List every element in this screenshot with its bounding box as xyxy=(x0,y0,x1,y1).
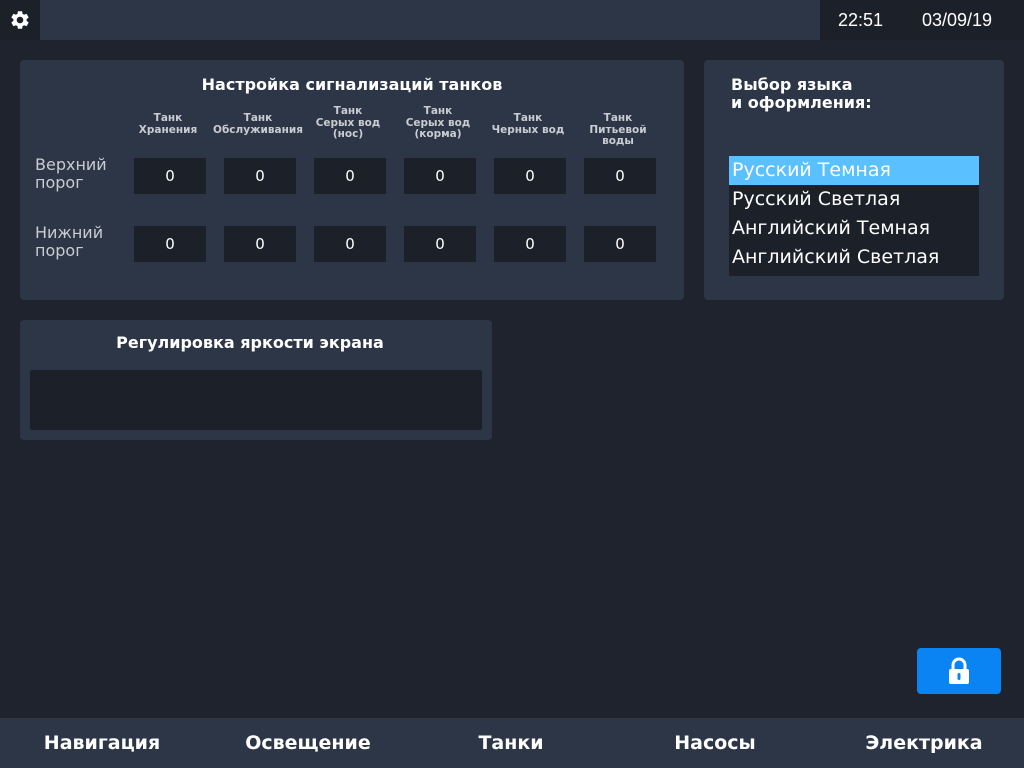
row-label-line: порог xyxy=(35,173,84,192)
language-option-russian-light[interactable]: Русский Светлая xyxy=(729,185,979,214)
column-header-line: Танк xyxy=(603,112,633,124)
upper-threshold-drinking-water-field[interactable]: 0 xyxy=(584,158,656,194)
language-option-english-light[interactable]: Английский Светлая xyxy=(729,243,979,272)
language-title-line: и оформления: xyxy=(731,93,872,112)
nav-lighting[interactable]: Освещение xyxy=(206,718,410,768)
upper-threshold-black-water-field[interactable]: 0 xyxy=(494,158,566,194)
nav-electrics[interactable]: Электрика xyxy=(822,718,1024,768)
row-label-line: Верхний xyxy=(35,155,107,174)
bottom-nav: Навигация Освещение Танки Насосы Электри… xyxy=(0,718,1024,768)
column-header-grey-bow: Танк Серых вод (нос) xyxy=(303,105,393,141)
lock-icon xyxy=(949,657,969,684)
clock-date: 03/09/19 xyxy=(922,10,993,30)
lower-threshold-grey-bow-field[interactable]: 0 xyxy=(314,226,386,262)
lower-threshold-service-field[interactable]: 0 xyxy=(224,226,296,262)
language-option-russian-dark[interactable]: Русский Темная xyxy=(729,156,979,185)
column-header-storage: Танк Хранения xyxy=(123,112,213,136)
column-header-line: Танк xyxy=(243,112,273,124)
language-title: Выбор языка и оформления: xyxy=(731,76,872,112)
gear-icon xyxy=(11,11,29,29)
lower-threshold-label: Нижний порог xyxy=(35,224,125,260)
upper-threshold-label: Верхний порог xyxy=(35,156,125,192)
column-header-line: Танк xyxy=(333,105,363,117)
column-header-line: Танк xyxy=(423,105,453,117)
lower-threshold-storage-field[interactable]: 0 xyxy=(134,226,206,262)
column-header-line: воды xyxy=(602,135,634,147)
lower-threshold-black-water-field[interactable]: 0 xyxy=(494,226,566,262)
column-header-line: (нос) xyxy=(332,128,364,140)
row-label-line: порог xyxy=(35,241,84,260)
language-title-line: Выбор языка xyxy=(731,75,853,94)
row-label-line: Нижний xyxy=(35,223,104,242)
upper-threshold-grey-stern-field[interactable]: 0 xyxy=(404,158,476,194)
brightness-title: Регулировка яркости экрана xyxy=(116,333,384,352)
language-theme-list[interactable]: Русский Темная Русский Светлая Английски… xyxy=(729,156,979,276)
top-bar: 22:51 03/09/19 xyxy=(0,0,1024,40)
lower-threshold-grey-stern-field[interactable]: 0 xyxy=(404,226,476,262)
column-header-service: Танк Обслуживания xyxy=(213,112,303,136)
tank-alarms-title: Настройка сигнализаций танков xyxy=(201,75,503,94)
nav-navigation[interactable]: Навигация xyxy=(0,718,204,768)
brightness-slider[interactable] xyxy=(30,370,482,430)
column-header-grey-stern: Танк Серых вод (корма) xyxy=(393,105,483,141)
column-header-drinking-water: Танк Питьевой воды xyxy=(573,112,663,148)
language-option-english-dark[interactable]: Английский Темная xyxy=(729,214,979,243)
upper-threshold-storage-field[interactable]: 0 xyxy=(134,158,206,194)
upper-threshold-grey-bow-field[interactable]: 0 xyxy=(314,158,386,194)
settings-button[interactable] xyxy=(0,0,40,40)
column-header-black-water: Танк Черных вод xyxy=(483,112,573,136)
lock-button[interactable] xyxy=(917,648,1001,694)
lower-threshold-drinking-water-field[interactable]: 0 xyxy=(584,226,656,262)
nav-tanks[interactable]: Танки xyxy=(409,718,613,768)
column-header-line: Черных вод xyxy=(491,123,565,136)
column-header-line: Танк xyxy=(513,112,543,124)
column-header-line: Танк xyxy=(153,112,183,124)
tank-alarms-panel: Настройка сигнализаций танков Танк Хране… xyxy=(20,60,684,300)
column-header-line: Обслуживания xyxy=(213,123,303,136)
nav-pumps[interactable]: Насосы xyxy=(613,718,817,768)
upper-threshold-service-field[interactable]: 0 xyxy=(224,158,296,194)
column-header-line: Хранения xyxy=(138,123,198,136)
clock-time: 22:51 xyxy=(838,10,884,30)
column-header-line: (корма) xyxy=(414,128,462,140)
